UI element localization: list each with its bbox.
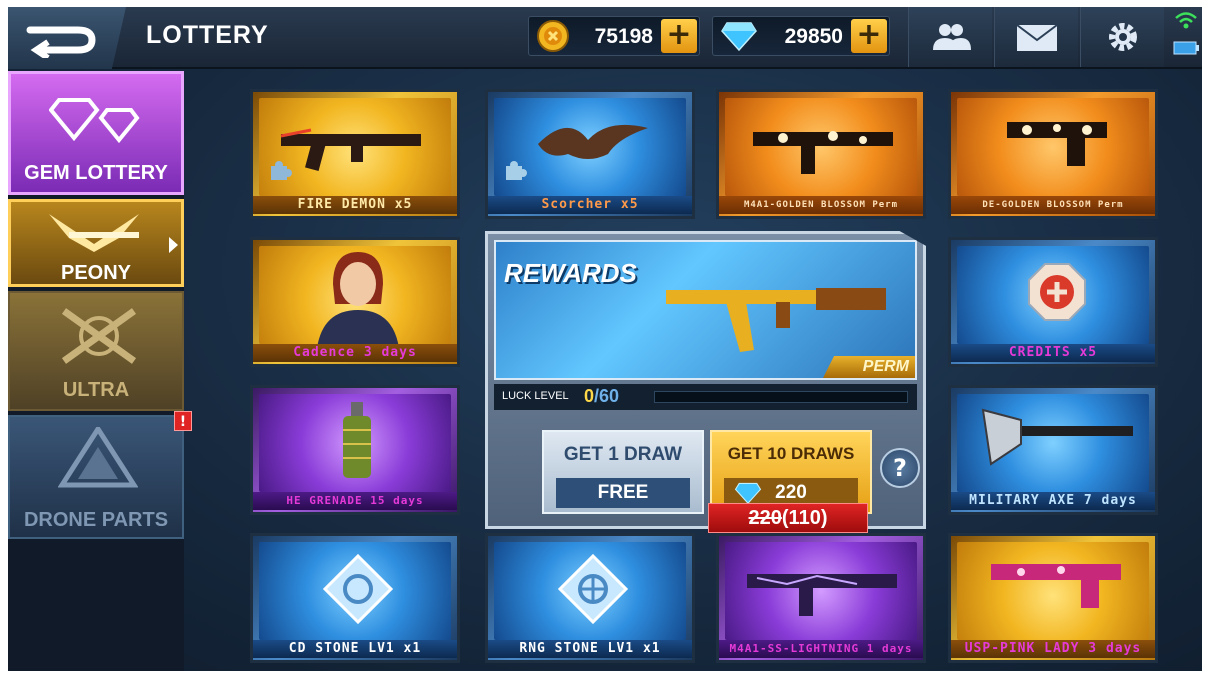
- friends-button[interactable]: [908, 7, 992, 67]
- tile-label: CD STONE LV1 x1: [253, 640, 457, 658]
- rifle-icon: [753, 131, 893, 174]
- reward-tile-de-golden-blossom[interactable]: DE-GOLDEN BLOSSOM Perm: [948, 89, 1158, 219]
- get-1-draw-button[interactable]: GET 1 DRAW FREE: [542, 430, 704, 514]
- gem-currency: 29850 +: [712, 16, 890, 56]
- get-10-draws-button[interactable]: GET 10 DRAWS 220: [710, 430, 872, 514]
- reward-tile-he-grenade[interactable]: HE GRENADE 15 days: [250, 385, 460, 515]
- tile-label: DE-GOLDEN BLOSSOM Perm: [951, 196, 1155, 214]
- tile-label: Cadence 3 days: [253, 344, 457, 362]
- rewards-showcase: REWARDS PERM: [494, 240, 917, 380]
- luck-level-value: 0/60: [584, 386, 620, 406]
- tile-label: MILITARY AXE 7 days: [951, 492, 1155, 510]
- reward-tile-usp-pink-lady[interactable]: USP-PINK LADY 3 days: [948, 533, 1158, 663]
- tile-label: M4A1-SS-LIGHTNING 1 days: [719, 640, 923, 658]
- get-1-draw-label: GET 1 DRAW: [563, 444, 683, 465]
- tile-label: USP-PINK LADY 3 days: [951, 640, 1155, 658]
- crossed-rifles-icon: [61, 308, 137, 364]
- tile-label: RNG STONE LV1 x1: [488, 640, 692, 658]
- top-bar: LOTTERY 75198 + 29850 +: [8, 7, 1202, 69]
- axe-icon: [981, 408, 1133, 466]
- tab-ultra[interactable]: ULTRA: [8, 291, 184, 411]
- tab-drone-parts[interactable]: DRONE PARTS: [8, 415, 184, 539]
- pistol-icon: [991, 564, 1121, 608]
- wifi-signal-icon: [1175, 12, 1197, 29]
- discounted-price: (110): [781, 507, 828, 529]
- tile-label: M4A1-GOLDEN BLOSSOM Perm: [719, 196, 923, 214]
- tab-gem-lottery-label: GEM LOTTERY: [24, 162, 168, 184]
- gold-amount: 75198: [594, 25, 653, 48]
- tab-drone-parts-label: DRONE PARTS: [23, 509, 169, 531]
- reward-tile-m4a1-ss-lightning[interactable]: M4A1-SS-LIGHTNING 1 days: [716, 533, 926, 663]
- back-button[interactable]: [8, 7, 126, 69]
- golden-ak-icon: [666, 288, 886, 352]
- drone-icon: [58, 427, 138, 488]
- tab-ultra-label: ULTRA: [62, 379, 130, 401]
- tile-label: Scorcher x5: [488, 196, 692, 214]
- gold-currency: 75198 +: [528, 16, 700, 56]
- rng-stone-icon: [558, 554, 628, 624]
- dragon-icon: [538, 124, 648, 159]
- gem-amount: 29850: [784, 25, 843, 48]
- diamond-icon: [721, 22, 757, 51]
- add-gold-button[interactable]: +: [661, 19, 697, 53]
- rewards-panel: REWARDS PERM LUCK LEVEL 0/60 GET 1 DRAW …: [485, 231, 926, 529]
- grenade-icon: [343, 402, 371, 478]
- reward-tile-scorcher[interactable]: Scorcher x5: [485, 89, 695, 219]
- add-gems-button[interactable]: +: [851, 19, 887, 53]
- tab-peony-label: PEONY: [60, 262, 132, 284]
- friends-icon: [933, 24, 971, 50]
- alert-badge: !: [174, 411, 192, 431]
- selected-arrow-icon: [169, 237, 178, 253]
- original-price: 220: [748, 507, 782, 529]
- puzzle-piece-icon: [271, 161, 292, 180]
- tile-label: HE GRENADE 15 days: [253, 492, 457, 510]
- puzzle-piece-icon: [506, 161, 527, 180]
- rifle-icon: [747, 574, 897, 616]
- reward-tile-military-axe[interactable]: MILITARY AXE 7 days: [948, 385, 1158, 515]
- rifle-icon: [280, 128, 421, 171]
- reward-tile-m4a1-golden-blossom[interactable]: M4A1-GOLDEN BLOSSOM Perm: [716, 89, 926, 219]
- sidebar: GEM LOTTERY PEONY ULTRA DRONE PARTS !: [8, 71, 192, 671]
- luck-level-row: LUCK LEVEL 0/60: [494, 384, 917, 410]
- luck-progress-bar: [654, 391, 908, 403]
- luck-level-label: LUCK LEVEL: [502, 390, 569, 402]
- diamond-icon: [734, 482, 762, 504]
- reward-tile-cadence[interactable]: Cadence 3 days: [250, 237, 460, 367]
- gold-coin-icon: [537, 20, 569, 52]
- discount-tag: 220(110): [708, 503, 868, 533]
- reward-tile-credits[interactable]: CREDITS x5: [948, 237, 1158, 367]
- perm-badge: PERM: [823, 356, 915, 378]
- page-title: LOTTERY: [146, 21, 269, 49]
- settings-button[interactable]: [1080, 7, 1164, 67]
- rewards-title: REWARDS: [504, 258, 637, 288]
- back-arrow-icon: [26, 26, 96, 58]
- battery-icon: [1173, 41, 1199, 55]
- tile-label: CREDITS x5: [951, 344, 1155, 362]
- help-button[interactable]: ?: [880, 448, 920, 488]
- mail-icon: [1016, 24, 1058, 51]
- reward-tile-rng-stone[interactable]: RNG STONE LV1 x1: [485, 533, 695, 663]
- mail-button[interactable]: [994, 7, 1078, 67]
- reward-tile-fire-demon[interactable]: FIRE DEMON x5: [250, 89, 460, 219]
- credits-icon: [1028, 263, 1086, 321]
- pistol-icon: [1007, 122, 1107, 166]
- gear-icon: [1109, 23, 1137, 51]
- wings-rifle-icon: [49, 214, 139, 252]
- character-portrait: [317, 252, 399, 348]
- game-screen: LOTTERY 75198 + 29850 + GEM LOTTERY PEON…: [8, 7, 1202, 671]
- ten-draws-price-value: 220: [775, 482, 807, 503]
- get-10-draws-label: GET 10 DRAWS: [727, 444, 855, 463]
- free-price: FREE: [556, 478, 690, 508]
- tab-peony[interactable]: PEONY: [8, 199, 184, 287]
- cd-stone-icon: [323, 554, 393, 624]
- tile-label: FIRE DEMON x5: [253, 196, 457, 214]
- diamonds-icon: [49, 98, 140, 144]
- tab-gem-lottery[interactable]: GEM LOTTERY: [8, 71, 184, 195]
- reward-tile-cd-stone[interactable]: CD STONE LV1 x1: [250, 533, 460, 663]
